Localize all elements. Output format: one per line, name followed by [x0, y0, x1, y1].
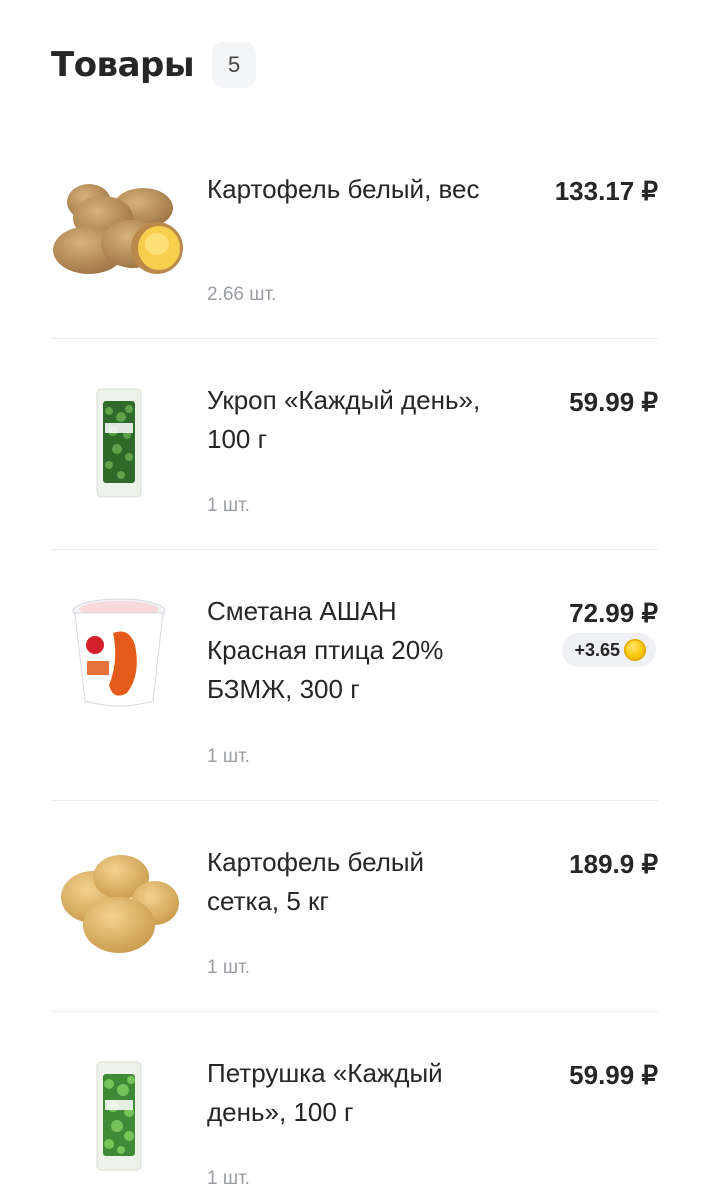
items-count-badge: 5	[212, 42, 257, 88]
potatoes-image	[51, 168, 187, 288]
product-row[interactable]: Сметана АШАН Красная птица 20% БЗМЖ, 300…	[51, 550, 658, 801]
bonus-points-value: +3.65	[574, 639, 620, 660]
product-row[interactable]: Картофель белый, вес 133.17 ₽ 2.66 шт.	[51, 128, 658, 339]
product-name[interactable]: Петрушка «Каждый день», 100 г	[207, 1054, 497, 1132]
dill-pack-image	[51, 383, 187, 503]
product-price: 133.17 ₽	[554, 176, 658, 206]
section-title: Товары	[51, 45, 195, 85]
product-quantity: 1 шт.	[207, 1168, 250, 1189]
product-price: 59.99 ₽	[569, 387, 658, 417]
product-name[interactable]: Картофель белый, вес	[207, 170, 497, 209]
product-row[interactable]: Укроп «Каждый день», 100 г 59.99 ₽ 1 шт.	[51, 339, 658, 550]
potatoes-net-image	[51, 843, 187, 963]
section-header: Товары 5	[51, 42, 257, 88]
coin-icon	[624, 639, 646, 661]
product-name[interactable]: Сметана АШАН Красная птица 20% БЗМЖ, 300…	[207, 592, 497, 709]
product-price: 72.99 ₽	[569, 598, 658, 628]
parsley-pack-image	[51, 1056, 187, 1176]
product-price: 189.9 ₽	[569, 849, 658, 879]
product-row[interactable]: Петрушка «Каждый день», 100 г 59.99 ₽ 1 …	[51, 1012, 658, 1200]
sour-cream-cup-image	[51, 594, 187, 714]
bonus-points-badge: +3.65	[562, 633, 656, 667]
product-quantity: 1 шт.	[207, 495, 250, 516]
product-name[interactable]: Укроп «Каждый день», 100 г	[207, 381, 497, 459]
cart-page: Товары 5 Картофель белый, вес 133.17 ₽ 2…	[0, 0, 707, 1200]
product-row[interactable]: Картофель белый сетка, 5 кг 189.9 ₽ 1 шт…	[51, 801, 658, 1012]
product-quantity: 1 шт.	[207, 957, 250, 978]
product-quantity: 2.66 шт.	[207, 284, 277, 305]
product-name[interactable]: Картофель белый сетка, 5 кг	[207, 843, 497, 921]
product-quantity: 1 шт.	[207, 746, 250, 767]
product-price: 59.99 ₽	[569, 1060, 658, 1090]
